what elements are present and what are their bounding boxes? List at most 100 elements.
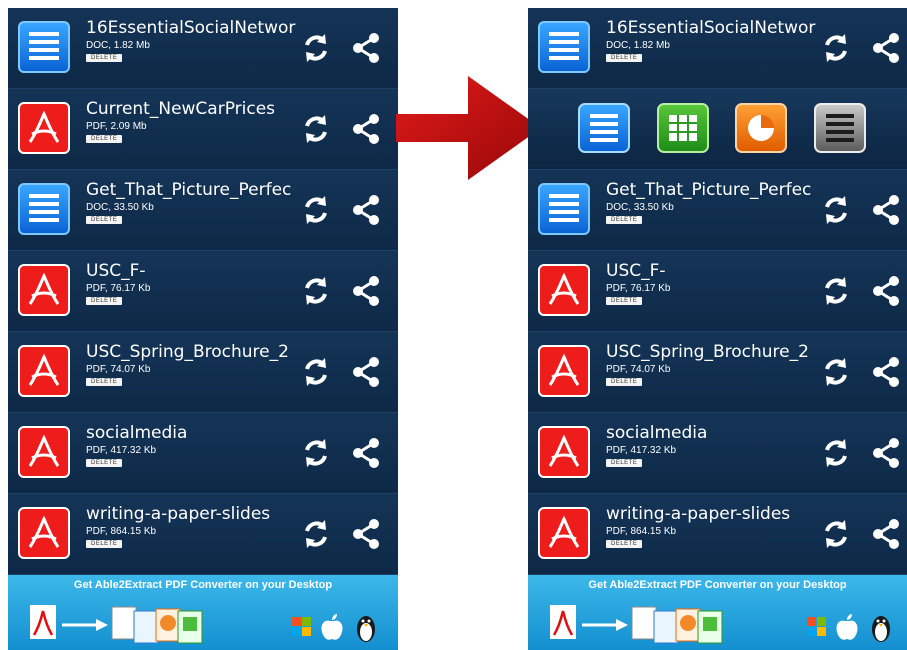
file-name: Get_That_Picture_Perfec — [606, 180, 812, 200]
convert-icon[interactable] — [820, 275, 852, 307]
transition-arrow-icon — [396, 76, 541, 180]
file-row[interactable]: writing-a-paper-slides PDF, 864.15 Kb DE… — [528, 494, 907, 575]
file-meta: DOC, 33.50 Kb — [86, 202, 154, 213]
excel-xls-icon[interactable] — [657, 103, 709, 153]
convert-icon[interactable] — [300, 113, 332, 145]
pdf-file-icon — [18, 507, 70, 559]
share-icon[interactable] — [350, 275, 382, 307]
os-logos-icon — [807, 614, 890, 642]
file-meta: PDF, 417.32 Kb — [606, 445, 677, 456]
file-name: Get_That_Picture_Perfec — [86, 180, 292, 200]
convert-icon[interactable] — [300, 194, 332, 226]
delete-button[interactable]: DELETE — [606, 459, 643, 467]
file-meta: PDF, 76.17 Kb — [606, 283, 671, 294]
file-row[interactable]: USC_F- PDF, 76.17 Kb DELETE — [8, 251, 398, 332]
doc-file-icon — [18, 183, 70, 235]
file-row[interactable]: writing-a-paper-slides PDF, 864.15 Kb DE… — [8, 494, 398, 575]
pdf-file-icon — [18, 102, 70, 154]
file-row[interactable]: socialmedia PDF, 417.32 Kb DELETE — [8, 413, 398, 494]
delete-button[interactable]: DELETE — [606, 540, 643, 548]
file-row[interactable]: socialmedia PDF, 417.32 Kb DELETE — [528, 413, 907, 494]
delete-button[interactable]: DELETE — [86, 297, 123, 305]
delete-button[interactable]: DELETE — [606, 54, 643, 62]
share-icon[interactable] — [870, 194, 902, 226]
delete-button[interactable]: DELETE — [606, 216, 643, 224]
file-meta: PDF, 417.32 Kb — [86, 445, 157, 456]
convert-options-bar — [528, 89, 907, 170]
os-logos-icon — [292, 614, 375, 642]
share-icon[interactable] — [350, 356, 382, 388]
convert-icon[interactable] — [300, 275, 332, 307]
file-list-before: 16EssentialSocialNetwor DOC, 1.82 Mb DEL… — [8, 8, 398, 650]
file-row[interactable]: Get_That_Picture_Perfec DOC, 33.50 Kb DE… — [8, 170, 398, 251]
file-row[interactable]: USC_F- PDF, 76.17 Kb DELETE — [528, 251, 907, 332]
delete-button[interactable]: DELETE — [86, 54, 123, 62]
share-icon[interactable] — [870, 437, 902, 469]
convert-icon[interactable] — [820, 437, 852, 469]
file-row[interactable]: Get_That_Picture_Perfec DOC, 33.50 Kb DE… — [528, 170, 907, 251]
file-list-after: 16EssentialSocialNetwor DOC, 1.82 Mb DEL… — [528, 8, 907, 650]
file-row[interactable]: 16EssentialSocialNetwor DOC, 1.82 Mb DEL… — [8, 8, 398, 89]
pdf-file-icon — [538, 345, 590, 397]
delete-button[interactable]: DELETE — [606, 297, 643, 305]
pdf-file-icon — [538, 264, 590, 316]
share-icon[interactable] — [350, 437, 382, 469]
file-meta: DOC, 33.50 Kb — [606, 202, 674, 213]
doc-file-icon — [18, 21, 70, 73]
share-icon[interactable] — [350, 194, 382, 226]
convert-icon[interactable] — [300, 356, 332, 388]
doc-file-icon — [538, 21, 590, 73]
delete-button[interactable]: DELETE — [86, 540, 123, 548]
file-name: 16EssentialSocialNetwor — [86, 18, 296, 38]
word-doc-icon[interactable] — [578, 103, 630, 153]
convert-icon[interactable] — [300, 518, 332, 550]
file-name: writing-a-paper-slides — [86, 504, 271, 524]
delete-button[interactable]: DELETE — [86, 459, 123, 467]
share-icon[interactable] — [350, 518, 382, 550]
share-icon[interactable] — [870, 275, 902, 307]
file-meta: PDF, 864.15 Kb — [606, 526, 677, 537]
convert-icon[interactable] — [300, 437, 332, 469]
promo-banner[interactable]: Get Able2Extract PDF Converter on your D… — [528, 575, 907, 650]
file-name: socialmedia — [86, 423, 188, 443]
share-icon[interactable] — [870, 356, 902, 388]
promo-banner[interactable]: Get Able2Extract PDF Converter on your D… — [8, 575, 398, 650]
conversion-graphic-icon — [550, 605, 723, 644]
file-meta: PDF, 74.07 Kb — [86, 364, 151, 375]
powerpoint-ppt-icon[interactable] — [735, 103, 787, 153]
file-meta: DOC, 1.82 Mb — [606, 40, 670, 51]
file-name: USC_Spring_Brochure_2 — [86, 342, 289, 362]
share-icon[interactable] — [350, 113, 382, 145]
file-meta: PDF, 74.07 Kb — [606, 364, 671, 375]
delete-button[interactable]: DELETE — [86, 216, 123, 224]
convert-icon[interactable] — [820, 518, 852, 550]
share-icon[interactable] — [350, 32, 382, 64]
file-row[interactable]: USC_Spring_Brochure_2 PDF, 74.07 Kb DELE… — [528, 332, 907, 413]
file-row[interactable]: Current_NewCarPrices PDF, 2.09 Mb DELETE — [8, 89, 398, 170]
delete-button[interactable]: DELETE — [606, 378, 643, 386]
pdf-file-icon — [538, 507, 590, 559]
file-name: 16EssentialSocialNetwor — [606, 18, 816, 38]
file-name: socialmedia — [606, 423, 708, 443]
file-row[interactable]: 16EssentialSocialNetwor DOC, 1.82 Mb DEL… — [528, 8, 907, 89]
convert-icon[interactable] — [820, 356, 852, 388]
file-row[interactable]: USC_Spring_Brochure_2 PDF, 74.07 Kb DELE… — [8, 332, 398, 413]
file-name: USC_F- — [606, 261, 666, 281]
delete-button[interactable]: DELETE — [86, 135, 123, 143]
delete-button[interactable]: DELETE — [86, 378, 123, 386]
share-icon[interactable] — [870, 32, 902, 64]
convert-icon[interactable] — [300, 32, 332, 64]
text-txt-icon[interactable] — [814, 103, 866, 153]
banner-text: Get Able2Extract PDF Converter on your D… — [73, 579, 333, 591]
file-name: USC_Spring_Brochure_2 — [606, 342, 809, 362]
convert-icon[interactable] — [820, 194, 852, 226]
file-meta: PDF, 2.09 Mb — [86, 121, 147, 132]
share-icon[interactable] — [870, 518, 902, 550]
banner-text: Get Able2Extract PDF Converter on your D… — [588, 579, 847, 591]
file-name: Current_NewCarPrices — [86, 99, 276, 119]
doc-file-icon — [538, 183, 590, 235]
file-name: USC_F- — [86, 261, 146, 281]
pdf-file-icon — [18, 345, 70, 397]
convert-icon[interactable] — [820, 32, 852, 64]
pdf-file-icon — [18, 426, 70, 478]
